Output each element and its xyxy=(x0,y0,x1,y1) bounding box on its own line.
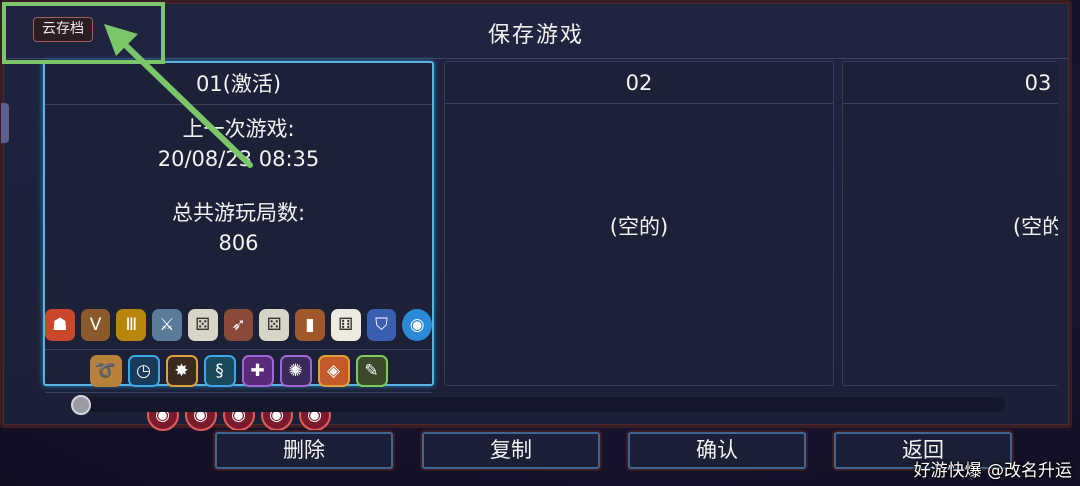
total-runs-value: 806 xyxy=(218,231,259,255)
total-runs-label: 总共游玩局数: xyxy=(171,201,306,225)
fire-bag-icon: ☗ xyxy=(44,309,75,341)
dice-icon: ⚄ xyxy=(259,309,290,341)
watermark: 好游快爆 @改名升运 xyxy=(913,461,1072,481)
beetle-icon: ✺ xyxy=(279,355,312,387)
potion-icon: ✚ xyxy=(241,355,274,387)
sword-icon: ⚔ xyxy=(152,309,182,341)
slot-scrollbar[interactable] xyxy=(71,395,1005,415)
empty-slot-label: (空的 xyxy=(1012,215,1058,239)
spider-icon: ✸ xyxy=(165,355,198,387)
slot-details: (空的 xyxy=(843,104,1058,385)
clock-icon: ◷ xyxy=(127,355,160,387)
slot-details: (空的) xyxy=(445,104,833,385)
bow-icon: ➶ xyxy=(223,309,254,341)
dice-icon: ⚅ xyxy=(330,309,361,341)
barrel-icon: ▮ xyxy=(295,309,325,341)
wrench-icon: ✎ xyxy=(355,355,388,387)
gem-icon: ◈ xyxy=(317,355,350,387)
slot-title: 02 xyxy=(445,62,833,104)
money-bag-icon: V xyxy=(80,309,111,341)
card-icon: Ⅲ xyxy=(116,309,147,341)
save-slot-03[interactable]: 03 (空的 xyxy=(842,61,1058,386)
copy-button[interactable]: 复制 xyxy=(422,432,600,469)
orb-icon: ◉ xyxy=(402,309,433,341)
empty-slot-label: (空的) xyxy=(609,215,669,239)
unlock-row-2: ➰ ◷ ✸ § ✚ ✺ ◈ ✎ xyxy=(45,349,432,393)
horn-icon: ➰ xyxy=(89,355,122,387)
save-slot-02[interactable]: 02 (空的) xyxy=(444,61,834,386)
confirm-button[interactable]: 确认 xyxy=(628,432,806,469)
dna-icon: § xyxy=(203,355,236,387)
dice-icon: ⚄ xyxy=(187,309,218,341)
arrow-annotation xyxy=(104,24,253,168)
scrollbar-thumb[interactable] xyxy=(71,395,91,415)
slot-title: 03 xyxy=(843,62,1058,104)
shield-icon: ⛉ xyxy=(366,309,397,341)
delete-button[interactable]: 删除 xyxy=(215,432,393,469)
unlock-row-1: ☗ V Ⅲ ⚔ ⚄ ➶ ⚄ ▮ ⚅ ⛉ ◉ xyxy=(44,305,433,345)
